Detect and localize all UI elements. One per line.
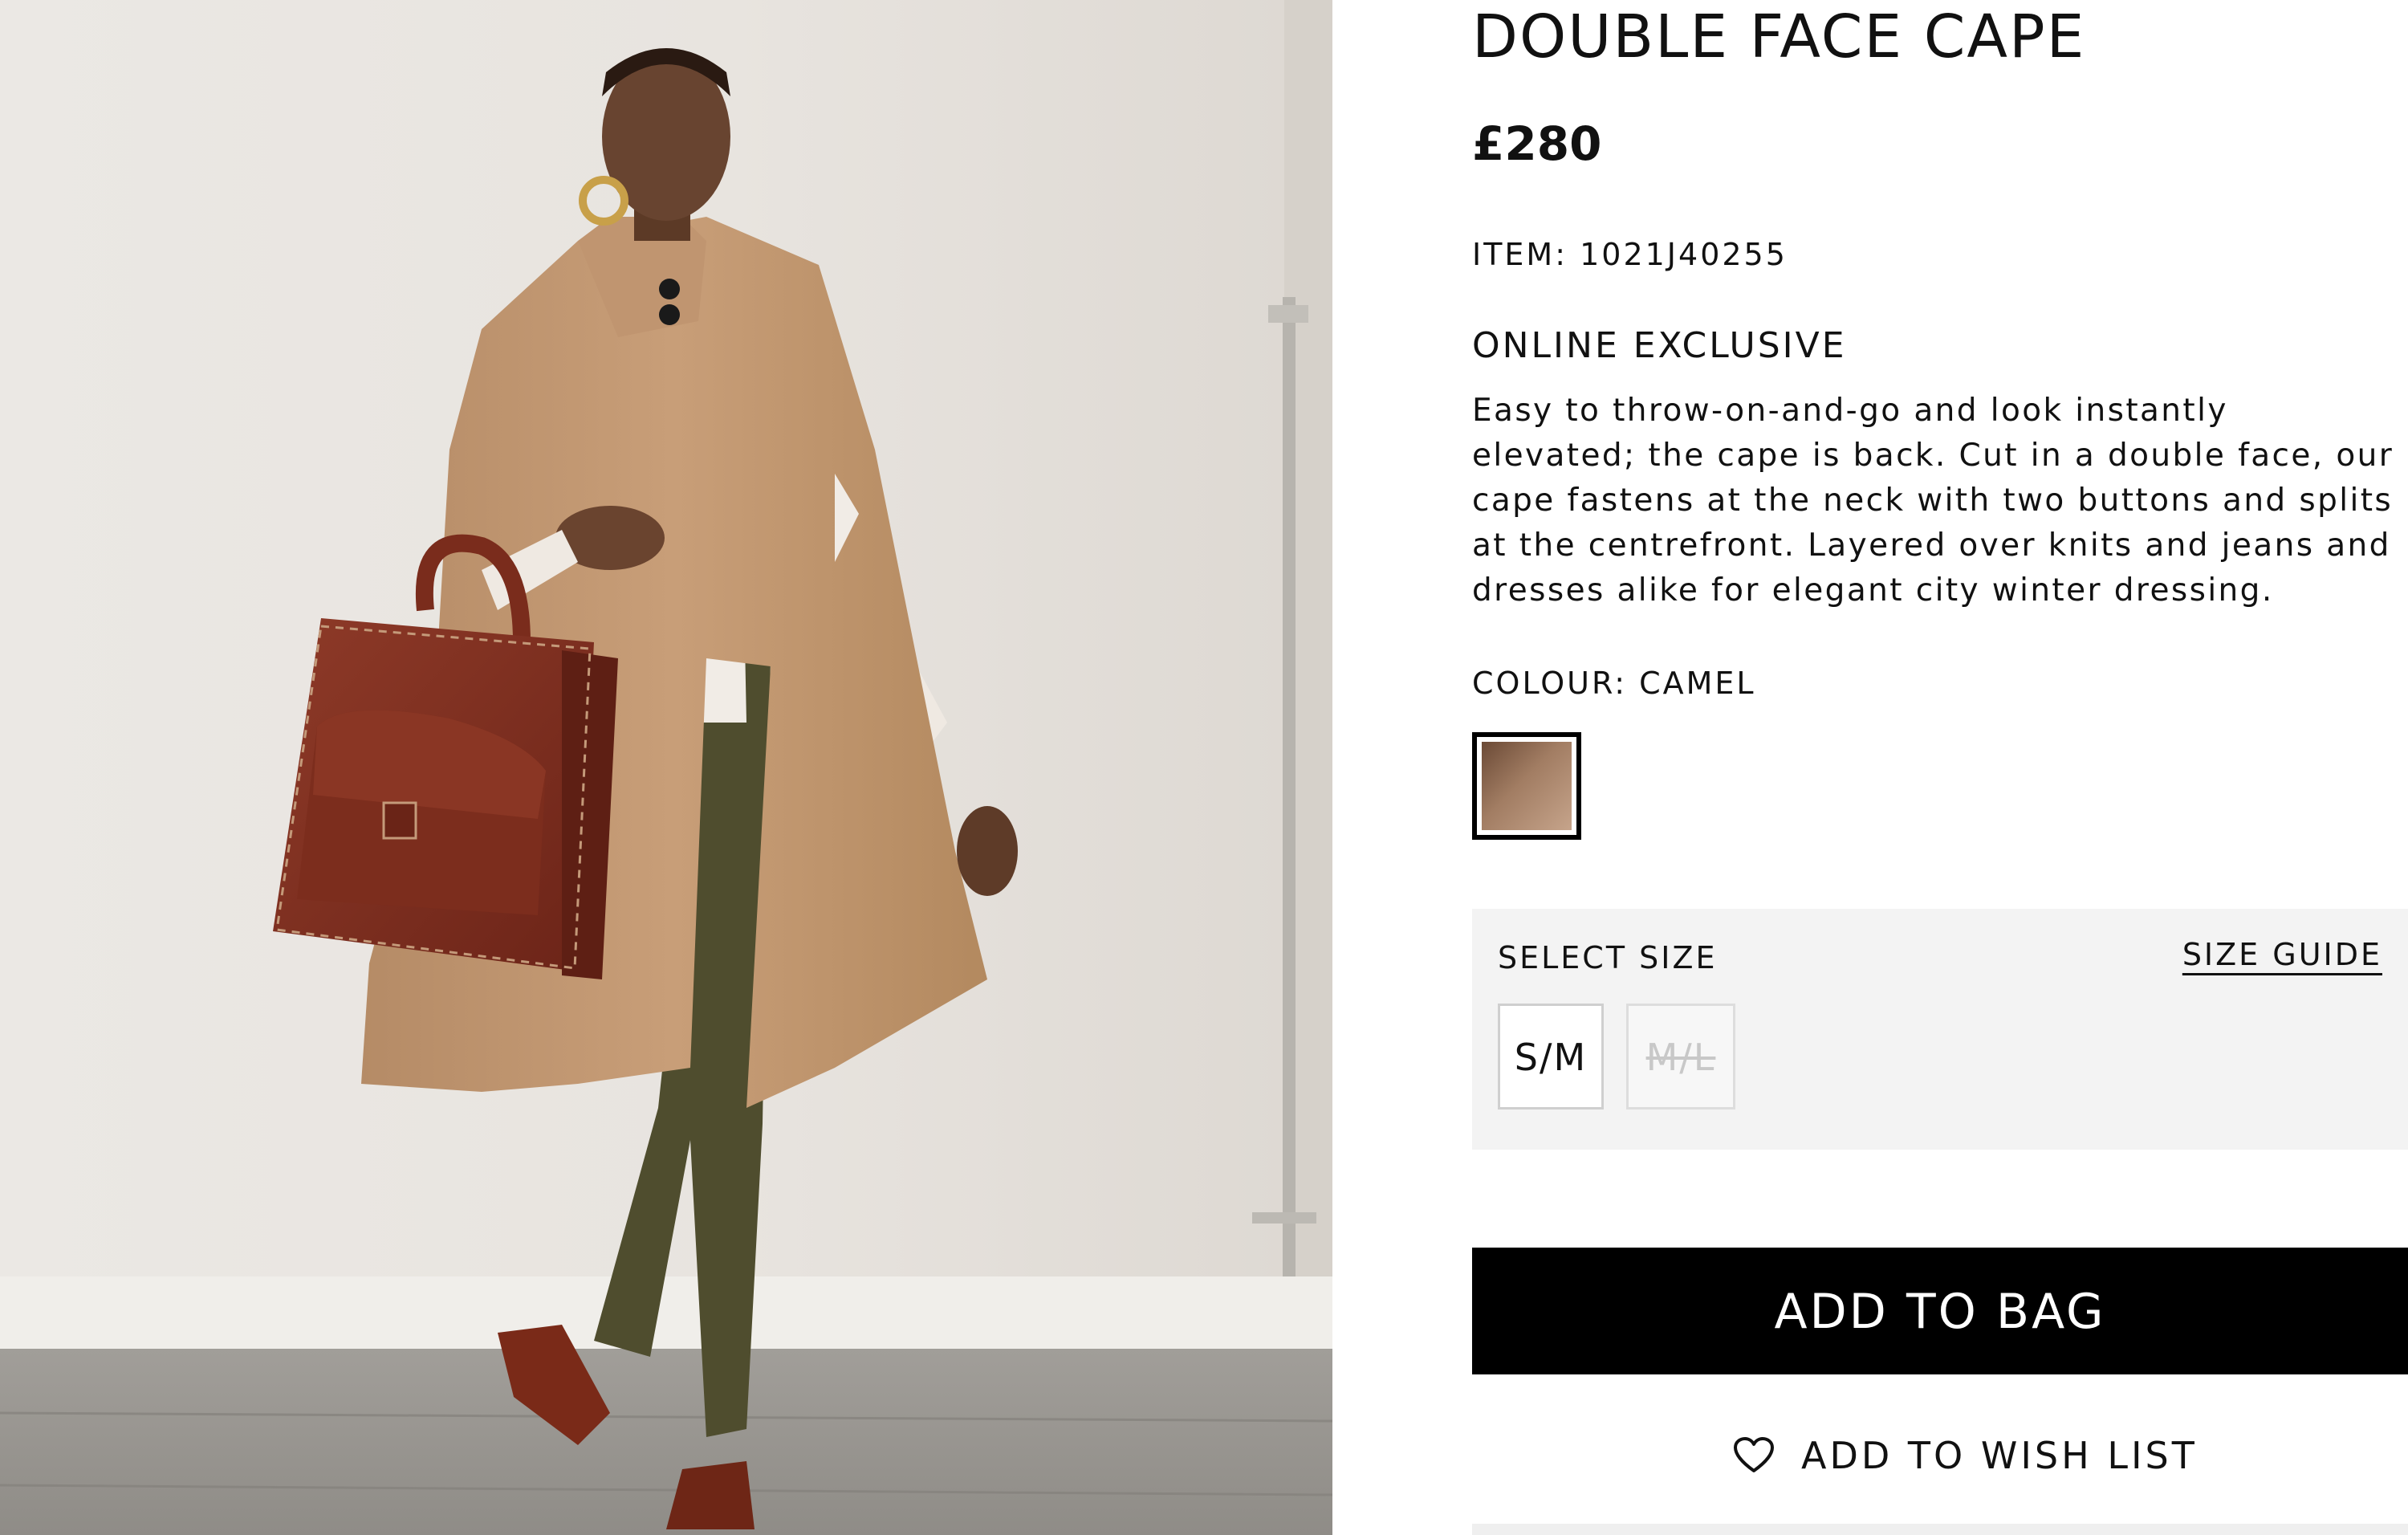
product-page: DOUBLE FACE CAPE £280 ITEM: 1021J40255 O… bbox=[0, 0, 2408, 1535]
product-title: DOUBLE FACE CAPE bbox=[1472, 2, 2086, 71]
colour-swatch-camel[interactable] bbox=[1472, 732, 1581, 840]
product-price: £280 bbox=[1472, 116, 1602, 171]
heart-icon bbox=[1734, 1437, 1774, 1472]
size-selector: SELECT SIZE SIZE GUIDE S/M M/L bbox=[1472, 909, 2408, 1150]
size-option-s-m[interactable]: S/M bbox=[1498, 1004, 1604, 1110]
add-to-bag-button[interactable]: ADD TO BAG bbox=[1472, 1248, 2408, 1374]
select-size-label: SELECT SIZE bbox=[1498, 940, 1718, 975]
product-details: DOUBLE FACE CAPE £280 ITEM: 1021J40255 O… bbox=[1472, 0, 2408, 1535]
colour-label: COLOUR: CAMEL bbox=[1472, 666, 1756, 701]
model-photo-illustration bbox=[0, 0, 1332, 1535]
product-description: Easy to throw-on-and-go and look instant… bbox=[1472, 393, 2394, 609]
item-number: ITEM: 1021J40255 bbox=[1472, 237, 1788, 272]
swatch-color-fill bbox=[1482, 742, 1572, 830]
online-exclusive-badge: ONLINE EXCLUSIVE bbox=[1472, 325, 1847, 366]
divider bbox=[1472, 1524, 2408, 1535]
product-image[interactable] bbox=[0, 0, 1332, 1535]
add-to-wish-list-button[interactable]: ADD TO WISH LIST bbox=[1734, 1427, 2198, 1484]
wish-list-label: ADD TO WISH LIST bbox=[1801, 1434, 2198, 1477]
size-guide-link[interactable]: SIZE GUIDE bbox=[2182, 934, 2382, 975]
size-option-m-l-unavailable[interactable]: M/L bbox=[1626, 1004, 1735, 1110]
